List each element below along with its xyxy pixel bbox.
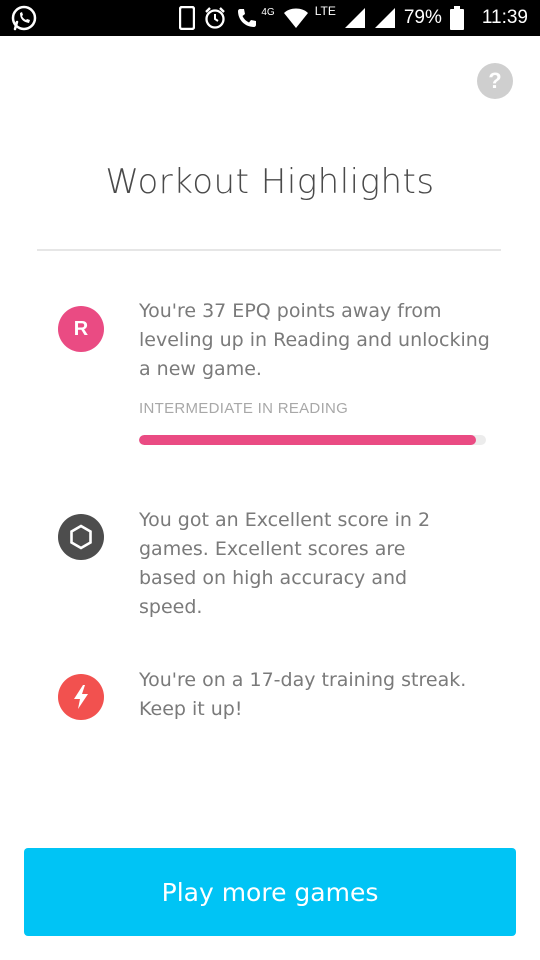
alarm-icon (203, 6, 227, 30)
phone-icon (179, 6, 196, 30)
play-more-games-button[interactable]: Play more games (24, 848, 516, 936)
page-title: Workout Highlights (105, 162, 435, 202)
divider (37, 249, 501, 251)
whatsapp-icon (10, 4, 38, 37)
battery-percent: 79% (403, 7, 442, 28)
help-button[interactable]: ? (477, 63, 513, 99)
clock: 11:39 (481, 7, 528, 28)
network-type-label: 4G (261, 6, 275, 18)
highlight-reading-text: You're 37 EPQ points away from leveling … (139, 300, 490, 380)
reading-progress-fill (139, 435, 476, 445)
wifi-icon (283, 7, 309, 29)
reading-icon: R (58, 306, 104, 352)
call-icon (235, 6, 259, 30)
lightning-icon (58, 674, 104, 720)
status-bar: 4G LTE 79% 11:39 (0, 0, 540, 36)
lte-label: LTE (314, 4, 336, 18)
reading-progress-bar (139, 435, 486, 445)
level-label: INTERMEDIATE IN READING (139, 400, 349, 417)
highlight-streak-text: You're on a 17-day training streak. Keep… (139, 669, 467, 720)
play-more-games-label: Play more games (161, 877, 379, 907)
hexagon-icon (58, 514, 104, 560)
signal-icon (374, 7, 396, 29)
highlight-excellent-text: You got an Excellent score in 2 games. E… (139, 509, 431, 618)
battery-icon (449, 6, 464, 30)
signal-icon (344, 7, 366, 29)
reading-icon-letter: R (73, 317, 89, 340)
question-icon: ? (488, 68, 502, 93)
